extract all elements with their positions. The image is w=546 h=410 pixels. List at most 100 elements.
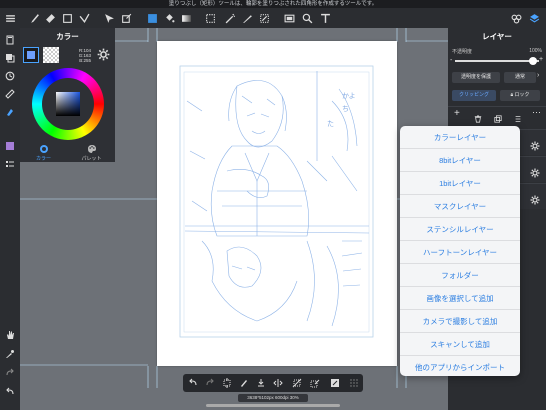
lock-button[interactable]: 🔒︎ ロック (500, 90, 540, 101)
minus-icon[interactable]: - (450, 57, 452, 64)
chevron-right-icon[interactable]: › (537, 72, 539, 79)
list-icon[interactable] (3, 157, 17, 171)
rgb-b: B:255 (79, 58, 91, 63)
bucket-icon[interactable] (162, 11, 176, 25)
menu-item-halftone-layer[interactable]: ハーフトーンレイヤー (400, 241, 520, 264)
crop-icon[interactable] (119, 11, 133, 25)
svg-text:かよ: かよ (342, 92, 356, 100)
square-icon[interactable] (60, 11, 74, 25)
drawing-paper[interactable]: かよ ち た (157, 41, 397, 366)
select-pen-icon[interactable] (240, 11, 254, 25)
opacity-label: 不透明度 (452, 49, 473, 55)
gradient-icon[interactable] (179, 11, 193, 25)
canvas-info: 3638*5102px 600dpi 30% (238, 394, 308, 402)
layer-settings-gear-icon[interactable] (530, 165, 540, 178)
lock-label: ロック (514, 92, 530, 98)
eraser-icon[interactable] (43, 11, 57, 25)
no-select-icon[interactable] (291, 377, 303, 389)
download-icon[interactable] (255, 377, 267, 389)
opacity-slider-knob[interactable] (529, 57, 537, 65)
grid-icon[interactable] (348, 377, 360, 389)
menu-item-import-other-app[interactable]: 他のアプリからインポート (400, 356, 520, 379)
plus-icon[interactable]: + (539, 56, 543, 63)
color-panel-title: カラー (56, 32, 79, 41)
saturation-square[interactable] (56, 92, 80, 116)
more-icon[interactable]: ⋯ (532, 107, 541, 118)
menu-item-add-from-camera[interactable]: カメラで撮影して追加 (400, 310, 520, 333)
palette-icon (87, 145, 96, 153)
add-layer-icon[interactable]: + (454, 108, 460, 119)
layer-actions-row: + ⋯ (448, 106, 546, 123)
menu-item-8bit-layer[interactable]: 8bitレイヤー (400, 149, 520, 172)
transform-icon[interactable] (77, 11, 91, 25)
select-eraser-icon[interactable] (257, 11, 271, 25)
tab-color[interactable]: カラー (20, 142, 67, 162)
menu-item-add-from-image[interactable]: 画像を選択して追加 (400, 287, 520, 310)
transform-selection-icon[interactable] (221, 377, 233, 389)
hand-icon[interactable] (3, 328, 17, 342)
layer-settings-gear-icon[interactable] (530, 192, 540, 205)
opacity-slider[interactable] (455, 57, 539, 65)
eyedropper-icon[interactable] (3, 347, 17, 361)
color-tab-icon (39, 145, 48, 153)
gear-icon[interactable] (97, 48, 110, 61)
pen-icon[interactable] (238, 377, 250, 389)
brush-icon[interactable] (27, 11, 41, 25)
undo-icon[interactable] (3, 385, 17, 399)
canvas-icon[interactable] (282, 11, 296, 25)
undo-icon[interactable] (187, 377, 199, 389)
svg-text:ち: ち (342, 105, 349, 113)
rect-select-icon[interactable] (203, 11, 217, 25)
left-toolbar (0, 28, 20, 410)
merge-icon[interactable] (514, 110, 522, 122)
blend-mode-button[interactable]: 通常 (504, 72, 536, 83)
menu-item-folder[interactable]: フォルダー (400, 264, 520, 287)
svg-text:た: た (327, 120, 334, 128)
layer-settings-gear-icon[interactable] (530, 138, 540, 151)
menu-item-stencil-layer[interactable]: ステンシルレイヤー (400, 218, 520, 241)
color-wheel-inner (42, 78, 94, 130)
color-panel: カラー R:104 G:163 B:255 カラー パレット (20, 28, 115, 162)
rgb-readout: R:104 G:163 B:255 (74, 48, 91, 63)
top-toolbar (0, 8, 546, 28)
magic-wand-icon[interactable] (223, 11, 237, 25)
color-wheel[interactable] (32, 68, 104, 140)
menu-item-add-from-scan[interactable]: スキャンして追加 (400, 333, 520, 356)
sketch-drawing: かよ ち た (179, 65, 374, 338)
home-indicator (206, 404, 340, 407)
flip-icon[interactable] (272, 377, 284, 389)
layers-icon[interactable] (527, 11, 541, 25)
redo-icon[interactable] (3, 366, 17, 380)
menu-item-color-layer[interactable]: カラーレイヤー (400, 126, 520, 149)
clipping-button[interactable]: クリッピング (452, 90, 496, 101)
materials-icon[interactable] (509, 11, 523, 25)
text-icon[interactable] (318, 11, 332, 25)
opacity-row: 不透明度 100% (452, 48, 542, 55)
menu-item-1bit-layer[interactable]: 1bitレイヤー (400, 172, 520, 195)
add-layer-menu: カラーレイヤー 8bitレイヤー 1bitレイヤー マスクレイヤー ステンシルレ… (400, 126, 520, 376)
zoom-icon[interactable] (300, 11, 314, 25)
duplicate-icon[interactable] (494, 110, 502, 123)
menu-icon[interactable] (3, 11, 17, 25)
pages-icon[interactable] (3, 33, 17, 47)
fill-color-icon[interactable] (145, 11, 159, 25)
color-panel-tabs: カラー パレット (20, 142, 115, 162)
tab-palette-label: パレット (81, 156, 102, 162)
color-swatch-icon[interactable] (3, 139, 17, 153)
protect-alpha-button[interactable]: 透明度を保護 (452, 72, 500, 83)
select-edit-icon[interactable] (309, 377, 321, 389)
fill-icon[interactable] (329, 377, 341, 389)
tab-palette[interactable]: パレット (68, 142, 115, 162)
redo-icon[interactable] (204, 377, 216, 389)
ruler-icon[interactable] (3, 87, 17, 101)
history-icon[interactable] (3, 69, 17, 83)
secondary-color-swatch[interactable] (43, 47, 59, 63)
opacity-value: 100% (529, 48, 542, 54)
lock-icon: 🔒︎ (510, 92, 514, 98)
layer-preview-icon[interactable] (3, 51, 17, 65)
trash-icon[interactable] (474, 110, 482, 123)
select-arrow-icon[interactable] (102, 11, 116, 25)
menu-item-mask-layer[interactable]: マスクレイヤー (400, 195, 520, 218)
pen-settings-icon[interactable] (3, 105, 17, 119)
primary-swatch-frame[interactable] (23, 47, 39, 63)
